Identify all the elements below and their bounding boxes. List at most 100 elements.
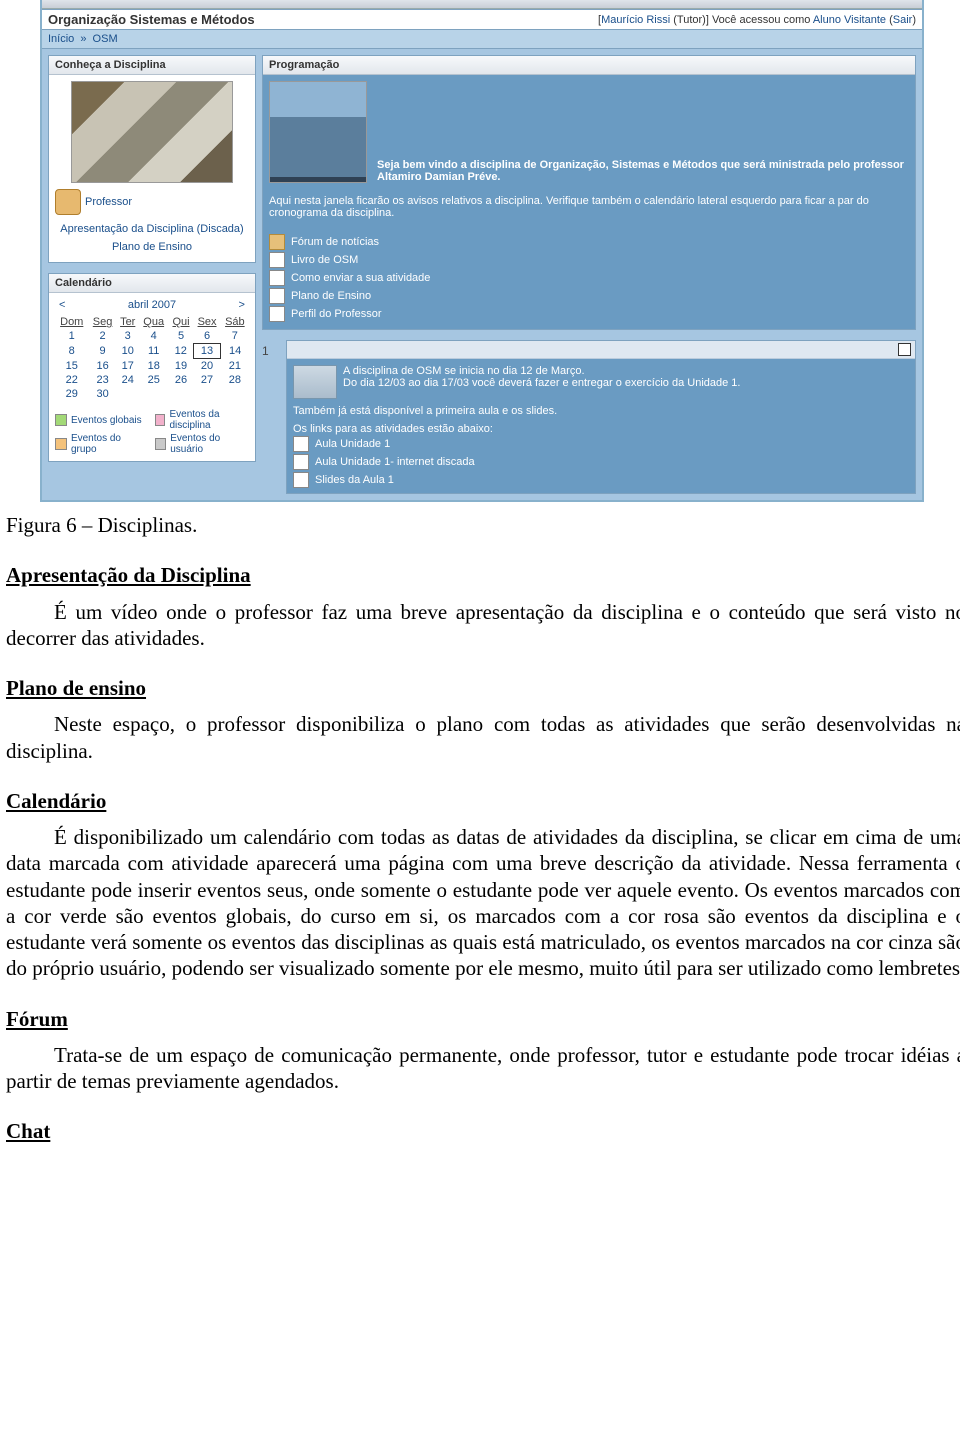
cal-day-today[interactable]: 13 [201,345,213,357]
professor-icon [55,189,81,215]
cal-next[interactable]: > [239,299,245,311]
legend-swatch-course [155,414,165,426]
cal-day[interactable]: 24 [122,374,134,386]
doc-icon [269,306,285,322]
topic-line: Do dia 12/03 ao dia 17/03 você deverá fa… [343,377,909,389]
cal-prev[interactable]: < [59,299,65,311]
collapse-icon[interactable] [898,343,911,356]
cal-day[interactable]: 23 [96,374,108,386]
user-info: [Maurício Rissi (Tutor)] Você acessou co… [598,14,916,26]
cal-day[interactable]: 26 [175,374,187,386]
panel-header: Programação [263,56,915,75]
site-header: Organização Sistemas e Métodos [Maurício… [42,9,922,30]
doc-icon [293,436,309,452]
legend-group[interactable]: Eventos do grupo [71,433,149,455]
cal-day[interactable]: 22 [66,374,78,386]
calendar-grid: Dom Seg Ter Qua Qui Sex Sáb 1 2 [55,315,249,401]
heading-calendario: Calendário [6,788,960,814]
cal-day[interactable]: 19 [175,360,187,372]
tutor-link[interactable]: Maurício Rissi [601,14,670,26]
cal-day[interactable]: 2 [100,330,106,342]
cal-day[interactable]: 5 [178,330,184,342]
legend-swatch-user [155,438,166,450]
doc-icon [269,288,285,304]
cal-day[interactable]: 15 [66,360,78,372]
link-plano-ensino[interactable]: Plano de Ensino [55,239,249,257]
panel-conheca: Conheça a Disciplina Professor Apresenta… [48,55,256,263]
resource-list: Fórum de notícias Livro de OSM Como envi… [269,233,909,323]
resource-link[interactable]: Plano de Ensino [291,290,371,302]
cal-day[interactable]: 27 [201,374,213,386]
cal-month[interactable]: abril 2007 [128,299,176,311]
doc-icon [269,252,285,268]
cal-day[interactable]: 21 [229,360,241,372]
resource-link[interactable]: Fórum de notícias [291,236,379,248]
breadcrumb-home[interactable]: Início [48,33,74,45]
topic-link[interactable]: Slides da Aula 1 [315,474,394,486]
heading-chat: Chat [6,1118,960,1144]
visitor-link[interactable]: Aluno Visitante [813,14,886,26]
cal-day[interactable]: 3 [125,330,131,342]
panel-calendario: Calendário < abril 2007 > Dom Seg Ter Qu… [48,273,256,462]
browser-chrome [42,0,922,9]
resource-link[interactable]: Como enviar a sua atividade [291,272,430,284]
cal-day[interactable]: 16 [96,360,108,372]
cal-day[interactable]: 8 [69,345,75,357]
topic-link[interactable]: Aula Unidade 1 [315,438,390,450]
cal-day[interactable]: 20 [201,360,213,372]
logout-link[interactable]: Sair [893,14,913,26]
document-body: Figura 6 – Disciplinas. Apresentação da … [0,512,960,1175]
cal-day[interactable]: 25 [148,374,160,386]
panel-header: Conheça a Disciplina [49,56,255,75]
site-title: Organização Sistemas e Métodos [48,12,255,27]
doc-icon [293,454,309,470]
panel-header: Calendário [49,274,255,293]
professor-link[interactable]: Professor [85,196,132,208]
cal-day[interactable]: 4 [151,330,157,342]
cal-day[interactable]: 6 [204,330,210,342]
paragraph: Trata-se de um espaço de comunicação per… [6,1042,960,1095]
legend-user[interactable]: Eventos do usuário [170,433,249,455]
legend-swatch-global [55,414,67,426]
cal-day[interactable]: 12 [175,345,187,357]
paragraph: Neste espaço, o professor disponibiliza … [6,711,960,764]
topic-number: 1 [262,340,280,494]
cal-day[interactable]: 28 [229,374,241,386]
panel-programacao: Programação Seja bem vindo a disciplina … [262,55,916,330]
legend-global[interactable]: Eventos globais [71,415,142,426]
topic-1: 1 A disciplina de OSM se inicia no dia 1… [262,340,916,494]
topic-line: Os links para as atividades estão abaixo… [293,423,909,435]
cal-day[interactable]: 17 [122,360,134,372]
heading-forum: Fórum [6,1006,960,1032]
lms-screenshot: Organização Sistemas e Métodos [Maurício… [40,0,924,502]
resource-link[interactable]: Perfil do Professor [291,308,381,320]
topic-line: A disciplina de OSM se inicia no dia 12 … [343,365,909,377]
heading-plano: Plano de ensino [6,675,960,701]
cal-day[interactable]: 14 [229,345,241,357]
cal-day[interactable]: 10 [122,345,134,357]
cal-day[interactable]: 18 [148,360,160,372]
cal-day[interactable]: 1 [69,330,75,342]
cal-day[interactable]: 11 [148,345,159,357]
paragraph: É um vídeo onde o professor faz uma brev… [6,599,960,652]
cal-day[interactable]: 30 [96,388,108,400]
professor-photo [71,81,233,183]
topic-line: Também já está disponível a primeira aul… [293,405,909,417]
topic-link[interactable]: Aula Unidade 1- internet discada [315,456,475,468]
notice-text: Aqui nesta janela ficarão os avisos rela… [269,195,909,219]
cal-day[interactable]: 7 [232,330,238,342]
forum-icon [269,234,285,250]
doc-icon [269,270,285,286]
course-image [269,81,367,183]
cal-day[interactable]: 29 [66,388,78,400]
figure-caption: Figura 6 – Disciplinas. [6,512,960,538]
calendar-legend: Eventos globais Eventos da disciplina Ev… [55,409,249,455]
resource-link[interactable]: Livro de OSM [291,254,358,266]
doc-icon [293,472,309,488]
link-apresentacao[interactable]: Apresentação da Disciplina (Discada) [55,221,249,239]
paragraph: É disponibilizado um calendário com toda… [6,824,960,982]
welcome-text: Seja bem vindo a disciplina de Organizaç… [377,159,909,183]
breadcrumb-current: OSM [93,33,118,45]
cal-day[interactable]: 9 [100,345,106,357]
legend-course[interactable]: Eventos da disciplina [169,409,249,431]
